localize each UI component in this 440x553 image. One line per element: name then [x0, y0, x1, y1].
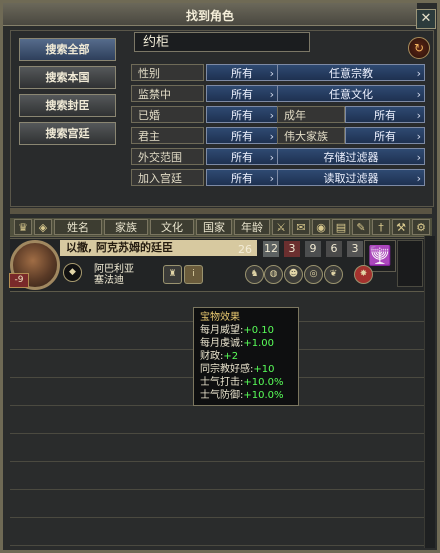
tooltip-line: 士气防御:+10.0% — [200, 390, 284, 401]
intrigue-icon[interactable]: ♞ — [245, 265, 264, 284]
close-icon[interactable]: ✕ — [416, 9, 436, 29]
filter-label-gender: 性别 — [131, 64, 204, 81]
character-name-line2: 塞法迪 — [94, 275, 124, 286]
sword2-icon[interactable]: ⚒ — [392, 219, 410, 235]
cross-icon[interactable]: † — [372, 219, 390, 235]
filter-married-dropdown[interactable]: 所有 — [206, 106, 278, 124]
stat-stewardship: 9 — [305, 241, 321, 257]
religion-dropdown[interactable]: 任意宗教 — [277, 64, 425, 82]
load-filter-button[interactable]: 读取过滤器 — [277, 169, 425, 187]
filter-label-prison: 监禁中 — [131, 85, 204, 102]
character-age: 26 — [238, 243, 252, 256]
filter-label-ruler: 君主 — [131, 127, 204, 144]
column-dynasty[interactable]: 家族 — [104, 219, 148, 235]
filter-label-court: 加入宫廷 — [131, 169, 204, 186]
portrait-slot — [397, 240, 423, 287]
character-name: 阿巴利亚 塞法迪 — [94, 264, 134, 286]
window-title: 找到角色 — [185, 9, 234, 23]
filter-dynasty-dropdown[interactable]: 所有 — [345, 127, 425, 145]
filter-label-dynasty: 伟大家族 — [277, 127, 345, 144]
column-age[interactable]: 年龄 — [234, 219, 270, 235]
prison-icon[interactable]: ♜ — [163, 265, 182, 284]
info-icon[interactable]: i — [184, 265, 203, 284]
filter-gender-dropdown[interactable]: 所有 — [206, 64, 278, 82]
empty-row — [10, 433, 432, 462]
tooltip-line: 每月威望:+0.10 — [200, 325, 275, 336]
stat-diplomacy: 12 — [263, 241, 279, 257]
nav-search-vassals[interactable]: 搜索封臣 — [19, 94, 116, 117]
artifact-tooltip: 宝物效果 每月威望:+0.10 每月虔诚:+1.00 财政:+2 同宗教好感:+… — [193, 307, 299, 406]
column-country[interactable]: 国家 — [196, 219, 232, 235]
filter-diplo-dropdown[interactable]: 所有 — [206, 148, 278, 166]
culture-dropdown[interactable]: 任意文化 — [277, 85, 425, 103]
tooltip-title: 宝物效果 — [200, 312, 240, 323]
column-name[interactable]: 姓名 — [54, 219, 102, 235]
column-header-bar: ♛ ◈ 姓名 家族 文化 国家 年龄 ⚔ ✉ ◉ ▤ ✎ † ⚒ ⚙ — [10, 218, 432, 237]
mask-icon[interactable]: ☻ — [284, 265, 303, 284]
empty-row — [10, 461, 432, 490]
column-culture[interactable]: 文化 — [150, 219, 194, 235]
eye-icon[interactable]: ◎ — [304, 265, 323, 284]
shield-crest-icon[interactable]: ✸ — [354, 265, 373, 284]
tooltip-line: 士气打击:+10.0% — [200, 377, 284, 388]
filter-label-diplo: 外交范围 — [131, 148, 204, 165]
filter-label-married: 已婚 — [131, 106, 204, 123]
character-name-line1: 阿巴利亚 — [94, 264, 134, 275]
tooltip-line: 财政:+2 — [200, 351, 239, 362]
leaf-icon[interactable]: ❦ — [324, 265, 343, 284]
nav-search-all[interactable]: 搜索全部 — [19, 38, 116, 61]
stat-intrigue: 6 — [326, 241, 342, 257]
filter-court-dropdown[interactable]: 所有 — [206, 169, 278, 187]
settings-icon[interactable]: ⚙ — [412, 219, 430, 235]
ring-icon[interactable]: ◍ — [264, 265, 283, 284]
refresh-icon[interactable]: ↻ — [408, 37, 430, 59]
tooltip-line: 每月虔诚:+1.00 — [200, 338, 275, 349]
scroll-icon[interactable]: ✉ — [292, 219, 310, 235]
nav-search-realm[interactable]: 搜索本国 — [19, 66, 116, 89]
coat-of-arms-icon[interactable]: ◆ — [63, 263, 82, 282]
filter-prison-dropdown[interactable]: 所有 — [206, 85, 278, 103]
section-divider — [10, 208, 432, 214]
empty-row — [10, 405, 432, 434]
search-input[interactable]: 约柜 — [134, 32, 310, 52]
filter-ruler-dropdown[interactable]: 所有 — [206, 127, 278, 145]
book-icon[interactable]: ▤ — [332, 219, 350, 235]
save-filter-button[interactable]: 存储过滤器 — [277, 148, 425, 166]
nav-search-court[interactable]: 搜索宫廷 — [19, 122, 116, 145]
empty-row — [10, 489, 432, 518]
filter-label-adult: 成年 — [277, 106, 345, 123]
title-bar: 找到角色 — [3, 3, 417, 26]
quill-icon[interactable]: ✎ — [352, 219, 370, 235]
badge-value: -9 — [9, 273, 29, 288]
stat-learning: 3 — [347, 241, 363, 257]
stat-martial: 3 — [284, 241, 300, 257]
crown-icon[interactable]: ♛ — [14, 219, 32, 235]
gold-icon[interactable]: ◉ — [312, 219, 330, 235]
tooltip-line: 同宗教好感:+10 — [200, 364, 275, 375]
empty-row — [10, 517, 432, 546]
shield-icon[interactable]: ◈ — [34, 219, 52, 235]
character-rank-label: 以撒, 阿克苏姆的廷臣 — [60, 240, 257, 256]
filter-adult-dropdown[interactable]: 所有 — [345, 106, 425, 124]
sword-icon[interactable]: ⚔ — [272, 219, 290, 235]
scrollbar[interactable] — [424, 236, 435, 548]
